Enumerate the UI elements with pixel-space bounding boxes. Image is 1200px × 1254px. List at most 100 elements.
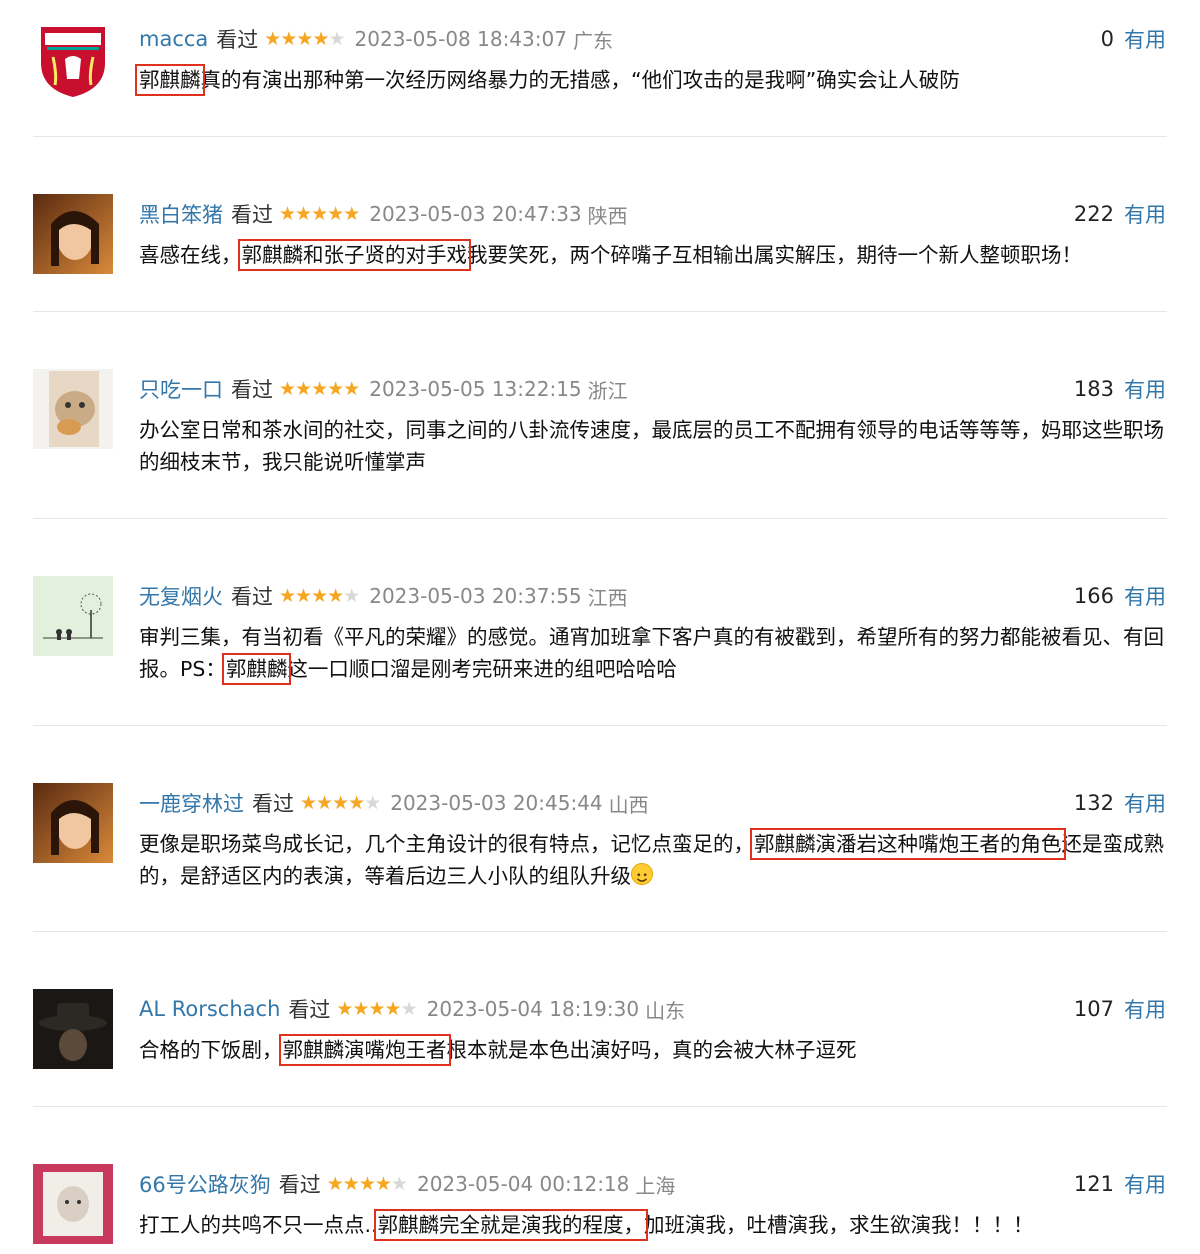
- star-rating: ★ ★ ★ ★ ★: [264, 27, 345, 50]
- star-empty-icon: ★: [390, 1172, 408, 1195]
- star-rating: ★ ★ ★ ★ ★: [279, 202, 360, 225]
- star-filled-icon: ★: [343, 202, 360, 225]
- highlighted-text: 郭麒麟完全就是演我的程度，: [373, 1209, 649, 1241]
- user-photo-icon[interactable]: [33, 783, 113, 863]
- comment-text-segment: 更像是职场菜鸟成长记，几个主角设计的很有特点，记忆点蛮足的，: [139, 832, 754, 856]
- liverpool-badge-icon[interactable]: [33, 19, 113, 99]
- star-filled-icon: ★: [279, 377, 296, 400]
- star-empty-icon: ★: [328, 27, 345, 50]
- star-filled-icon: ★: [327, 377, 344, 400]
- useful-votes: 0 有用: [1101, 24, 1166, 54]
- comment-text: 审判三集，有当初看《平凡的荣耀》的感觉。通宵加班拿下客户真的有被戳到，希望所有的…: [139, 621, 1169, 685]
- star-filled-icon: ★: [295, 377, 312, 400]
- comment-text-segment: 我要笑死，两个碎嘴子互相输出属实解压，期待一个新人整顿职场！: [467, 243, 1082, 267]
- star-rating: ★ ★ ★ ★ ★: [279, 584, 360, 607]
- watched-label: 看过: [231, 203, 273, 227]
- comment-location: 广东: [572, 28, 613, 53]
- vote-count: 107: [1073, 997, 1114, 1021]
- star-filled-icon: ★: [358, 1172, 376, 1195]
- star-filled-icon: ★: [327, 584, 344, 607]
- star-rating: ★ ★ ★ ★ ★: [326, 1172, 408, 1195]
- star-empty-icon: ★: [343, 584, 360, 607]
- star-empty-icon: ★: [400, 997, 418, 1020]
- useful-votes: 183 有用: [1074, 374, 1166, 404]
- star-rating: ★ ★ ★ ★ ★: [279, 377, 360, 400]
- star-filled-icon: ★: [316, 791, 333, 814]
- username-link[interactable]: 无复烟火: [139, 581, 223, 611]
- vote-count: 121: [1073, 1172, 1114, 1196]
- comment-meta: 无复烟火 看过 ★ ★ ★ ★ ★ 2023-05-03 20:37:55 江西: [139, 581, 628, 611]
- watched-label: 看过: [288, 998, 331, 1022]
- star-filled-icon: ★: [342, 1172, 360, 1195]
- highlighted-text: 郭麒麟演潘岩这种嘴炮王者的角色: [750, 828, 1066, 860]
- star-filled-icon: ★: [300, 791, 317, 814]
- comment-divider: [33, 1106, 1167, 1107]
- highlighted-text: 郭麒麟: [221, 653, 292, 685]
- comment-timestamp: 2023-05-05 13:22:15: [369, 377, 582, 401]
- cat-photo-icon[interactable]: [33, 369, 113, 449]
- star-filled-icon: ★: [311, 202, 328, 225]
- username-link[interactable]: 一鹿穿林过: [139, 788, 244, 818]
- useful-votes: 107 有用: [1074, 994, 1166, 1024]
- star-filled-icon: ★: [384, 997, 402, 1020]
- star-filled-icon: ★: [311, 377, 328, 400]
- hat-portrait-icon[interactable]: [33, 989, 113, 1069]
- comment-meta: 66号公路灰狗 看过 ★ ★ ★ ★ ★ 2023-05-04 00:12:18 上海: [139, 1169, 675, 1199]
- comment-timestamp: 2023-05-04 18:19:30: [426, 997, 640, 1021]
- star-filled-icon: ★: [279, 202, 296, 225]
- dandelion-illustration-icon[interactable]: [33, 576, 113, 656]
- watched-label: 看过: [231, 585, 273, 609]
- comment-meta: 黑白笨猪 看过 ★ ★ ★ ★ ★ 2023-05-03 20:47:33 陕西: [139, 199, 628, 229]
- star-filled-icon: ★: [374, 1172, 392, 1195]
- star-filled-icon: ★: [336, 997, 353, 1020]
- highlighted-text: 郭麒麟演嘴炮王者: [278, 1034, 451, 1066]
- username-link[interactable]: 只吃一口: [139, 374, 223, 404]
- comment-text-segment: 根本就是本色出演好吗，真的会被大林子逗死: [446, 1038, 857, 1062]
- useful-votes: 222 有用: [1074, 199, 1166, 229]
- watched-label: 看过: [216, 28, 259, 52]
- useful-button[interactable]: 有用: [1124, 24, 1166, 54]
- star-filled-icon: ★: [264, 27, 281, 50]
- star-filled-icon: ★: [326, 1172, 344, 1195]
- star-filled-icon: ★: [312, 27, 329, 50]
- comment-location: 山西: [608, 792, 649, 817]
- comment-divider: [33, 311, 1167, 312]
- vote-count: 183: [1073, 377, 1114, 401]
- star-empty-icon: ★: [364, 791, 381, 814]
- useful-button[interactable]: 有用: [1124, 1169, 1166, 1199]
- comment-timestamp: 2023-05-03 20:45:44: [390, 791, 603, 815]
- useful-votes: 132 有用: [1074, 788, 1166, 818]
- star-filled-icon: ★: [296, 27, 313, 50]
- vote-count: 222: [1073, 202, 1114, 226]
- useful-votes: 121 有用: [1074, 1169, 1166, 1199]
- watched-label: 看过: [231, 378, 273, 402]
- comment-location: 江西: [587, 585, 628, 610]
- username-link[interactable]: macca: [139, 27, 208, 51]
- star-filled-icon: ★: [352, 997, 369, 1020]
- useful-button[interactable]: 有用: [1124, 374, 1166, 404]
- comment-location: 上海: [635, 1173, 676, 1198]
- username-link[interactable]: 黑白笨猪: [139, 199, 223, 229]
- comment-text-segment: 合格的下饭剧，: [139, 1038, 283, 1062]
- star-filled-icon: ★: [311, 584, 328, 607]
- star-filled-icon: ★: [327, 202, 344, 225]
- useful-button[interactable]: 有用: [1124, 581, 1166, 611]
- username-link[interactable]: AL Rorschach: [139, 997, 280, 1021]
- useful-button[interactable]: 有用: [1124, 199, 1166, 229]
- baby-stamp-photo-icon[interactable]: [33, 1164, 113, 1244]
- star-filled-icon: ★: [343, 377, 360, 400]
- comment-location: 浙江: [587, 378, 628, 403]
- star-filled-icon: ★: [279, 584, 296, 607]
- comment-text: 合格的下饭剧，郭麒麟演嘴炮王者根本就是本色出演好吗，真的会被大林子逗死: [139, 1034, 1169, 1066]
- comment-text-segment: 真的有演出那种第一次经历网络暴力的无措感，“他们攻击的是我啊”确实会让人破防: [200, 68, 960, 92]
- vote-count: 0: [1100, 27, 1114, 51]
- useful-button[interactable]: 有用: [1124, 994, 1166, 1024]
- comment-text: 打工人的共鸣不只一点点..郭麒麟完全就是演我的程度，加班演我，吐槽演我，求生欲演…: [139, 1209, 1169, 1241]
- comment-location: 陕西: [587, 203, 628, 228]
- user-photo-icon[interactable]: [33, 194, 113, 274]
- username-link[interactable]: 66号公路灰狗: [139, 1169, 271, 1199]
- star-filled-icon: ★: [280, 27, 297, 50]
- highlighted-text: 郭麒麟: [135, 64, 205, 96]
- comment-text-segment: 打工人的共鸣不只一点点..: [139, 1213, 378, 1237]
- useful-button[interactable]: 有用: [1124, 788, 1166, 818]
